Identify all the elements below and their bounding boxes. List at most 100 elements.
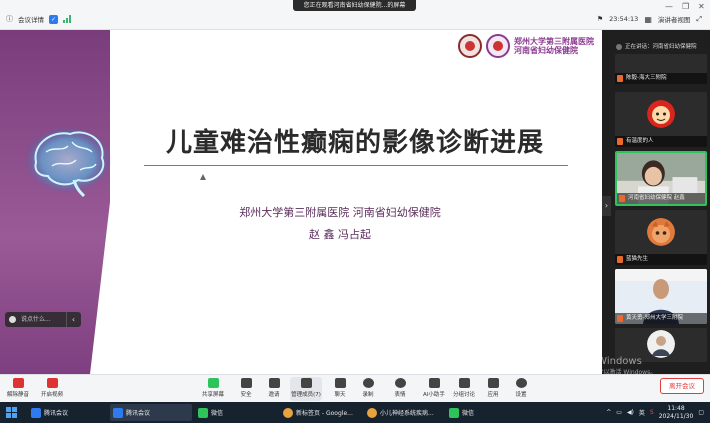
grid-view-icon[interactable]: ▦ <box>644 15 652 24</box>
hospital-seal-icon <box>458 34 482 58</box>
info-icon: ⓘ <box>6 15 13 23</box>
shield-icon <box>240 378 252 388</box>
meeting-status-group: ⚑ 23:54:13 ▦ 演讲者视图 ⤢ <box>596 14 702 25</box>
participants-panel: 正在讲话：河南省妇幼保健院 陈毅-海大三附院 有温度的人 河南省妇幼保健院 赵鑫… <box>611 30 710 374</box>
antivirus-icon[interactable]: S <box>650 409 654 416</box>
hospital-logos: 郑州大学第三附属医院 河南省妇幼保健院 <box>458 34 594 58</box>
notification-icon[interactable]: ▢ <box>698 409 704 416</box>
taskbar-app[interactable]: 腾讯会议 <box>28 404 108 421</box>
wechat-icon <box>198 407 208 418</box>
watermark-line-1: 激活 Windows <box>574 356 642 367</box>
hospital-logo-text: 郑州大学第三附属医院 河南省妇幼保健院 <box>514 37 594 55</box>
leave-meeting-button[interactable]: 离开会议 <box>660 378 704 394</box>
screen: 您正在观看河南省妇幼保健院...的屏幕 ⓘ 会议详情 ✓ ⚑ 23:54:13 … <box>0 0 710 423</box>
breakout-icon <box>458 378 470 388</box>
network-icon[interactable]: ▭ <box>616 409 622 416</box>
security-button[interactable]: 安全 <box>232 377 260 401</box>
logo-line-2: 河南省妇幼保健院 <box>514 46 578 55</box>
participant-name: 蓝猫先生 <box>615 254 707 265</box>
ai-assistant-button[interactable]: AI小助手 <box>420 377 448 401</box>
chevron-up-icon[interactable]: ^ <box>606 409 611 416</box>
participant-name: 河南省妇幼保健院 赵鑫 <box>617 193 705 204</box>
maximize-button[interactable]: ❐ <box>682 2 689 11</box>
meeting-toolbar: 解除静音 开启视频 共享屏幕 安全 邀请 管理成员(7) 聊天 录制 表情 AI… <box>0 374 710 402</box>
slide-affiliation: 郑州大学第三附属医院 河南省妇幼保健院 <box>239 206 441 219</box>
mouse-cursor-icon <box>200 174 206 180</box>
volume-icon[interactable]: ◀) <box>627 409 634 416</box>
members-icon <box>300 378 312 388</box>
manage-members-button[interactable]: 管理成员(7) <box>290 377 322 401</box>
panel-collapse-button[interactable]: › <box>602 196 611 216</box>
slide-authors: 赵 鑫 冯占起 <box>309 228 371 241</box>
start-video-button[interactable]: 开启视频 <box>38 377 66 401</box>
windows-taskbar: 腾讯会议 腾讯会议 微信 新标签页 - Google... 小儿神经系统疾病..… <box>0 402 710 423</box>
logo-line-1: 郑州大学第三附属医院 <box>514 37 594 46</box>
title-underline <box>144 165 568 166</box>
windows-start-icon[interactable] <box>6 407 17 418</box>
chat-button[interactable]: 聊天 <box>326 377 354 401</box>
chrome-icon <box>367 407 377 418</box>
invite-button[interactable]: 邀请 <box>260 377 288 401</box>
participant-tile[interactable]: 黄天勇-郑州大学三附院 <box>615 269 707 324</box>
settings-button[interactable]: 设置 <box>507 377 535 401</box>
breakout-rooms-button[interactable]: 分组讨论 <box>450 377 478 401</box>
microphone-muted-icon <box>12 378 24 388</box>
profile-avatar-icon <box>647 330 675 358</box>
unmute-button[interactable]: 解除静音 <box>4 377 32 401</box>
shared-screen-slide: 郑州大学第三附属医院 河南省妇幼保健院 儿童难治性癫痫的影像诊断进展 郑州大学第… <box>0 30 602 374</box>
taskbar-app-active[interactable]: 腾讯会议 <box>110 404 192 421</box>
meeting-info-group: ⓘ 会议详情 ✓ <box>6 14 71 24</box>
speaker-view-button[interactable]: 演讲者视图 <box>658 14 691 24</box>
apps-icon <box>487 378 499 388</box>
minimize-button[interactable]: — <box>665 2 673 11</box>
microphone-icon <box>9 316 16 323</box>
system-tray: ^ ▭ ◀) 英 S 11:48 2024/11/30 ▢ <box>606 404 704 421</box>
speaking-indicator: 正在讲话：河南省妇幼保健院 <box>615 42 710 52</box>
brain-illustration <box>24 126 112 198</box>
meeting-timer: 23:54:13 <box>609 15 639 23</box>
camera-off-icon <box>46 378 58 388</box>
hospital-emblem-icon <box>486 34 510 58</box>
participant-name: 陈毅-海大三附院 <box>615 73 707 84</box>
share-screen-icon <box>207 378 219 388</box>
signal-icon[interactable] <box>63 15 71 23</box>
ai-assistant-icon <box>428 378 440 388</box>
recording-icon: ⚑ <box>596 15 604 23</box>
fullscreen-icon[interactable]: ⤢ <box>696 15 702 24</box>
comment-placeholder: 说点什么... <box>21 316 51 323</box>
apps-button[interactable]: 应用 <box>479 377 507 401</box>
chat-icon <box>334 378 346 388</box>
taskbar-clock[interactable]: 11:48 2024/11/30 <box>659 405 694 421</box>
tencent-meeting-icon <box>31 407 41 418</box>
meeting-details-button[interactable]: 会议详情 <box>18 14 44 24</box>
emoji-icon <box>394 378 406 388</box>
taskbar-app[interactable]: 微信 <box>195 404 277 421</box>
wechat-icon <box>449 407 459 418</box>
slide-title: 儿童难治性癫痫的影像诊断进展 <box>165 128 544 158</box>
participant-tile[interactable]: 陈毅-海大三附院 <box>615 54 707 84</box>
participant-tile[interactable]: 有温度的人 <box>615 92 707 147</box>
chrome-icon <box>283 407 293 418</box>
chevron-left-icon[interactable]: ‹ <box>66 312 80 327</box>
share-banner[interactable]: 您正在观看河南省妇幼保健院...的屏幕 <box>293 0 416 11</box>
taskbar-app[interactable]: 小儿神经系统疾病... <box>364 404 444 421</box>
gear-icon <box>515 378 527 388</box>
input-method-indicator[interactable]: 英 <box>639 408 645 417</box>
reactions-button[interactable]: 表情 <box>386 377 414 401</box>
participant-name: 黄天勇-郑州大学三附院 <box>615 313 707 324</box>
shield-icon[interactable]: ✓ <box>49 14 58 24</box>
meeting-title-bar: 您正在观看河南省妇幼保健院...的屏幕 ⓘ 会议详情 ✓ ⚑ 23:54:13 … <box>0 0 710 30</box>
cartoon-avatar-icon <box>647 100 675 128</box>
record-button[interactable]: 录制 <box>354 377 382 401</box>
taskbar-app[interactable]: 微信 <box>446 404 526 421</box>
record-icon <box>362 378 374 388</box>
close-button[interactable]: ✕ <box>698 2 705 11</box>
invite-user-icon <box>268 378 280 388</box>
share-screen-button[interactable]: 共享屏幕 <box>199 377 227 401</box>
participant-name: 有温度的人 <box>615 136 707 147</box>
tencent-meeting-icon <box>113 407 123 418</box>
taskbar-app[interactable]: 新标签页 - Google... <box>280 404 362 421</box>
participant-tile-active[interactable]: 河南省妇幼保健院 赵鑫 <box>615 151 707 206</box>
cat-avatar-icon <box>647 218 675 246</box>
participant-tile[interactable]: 蓝猫先生 <box>615 210 707 265</box>
